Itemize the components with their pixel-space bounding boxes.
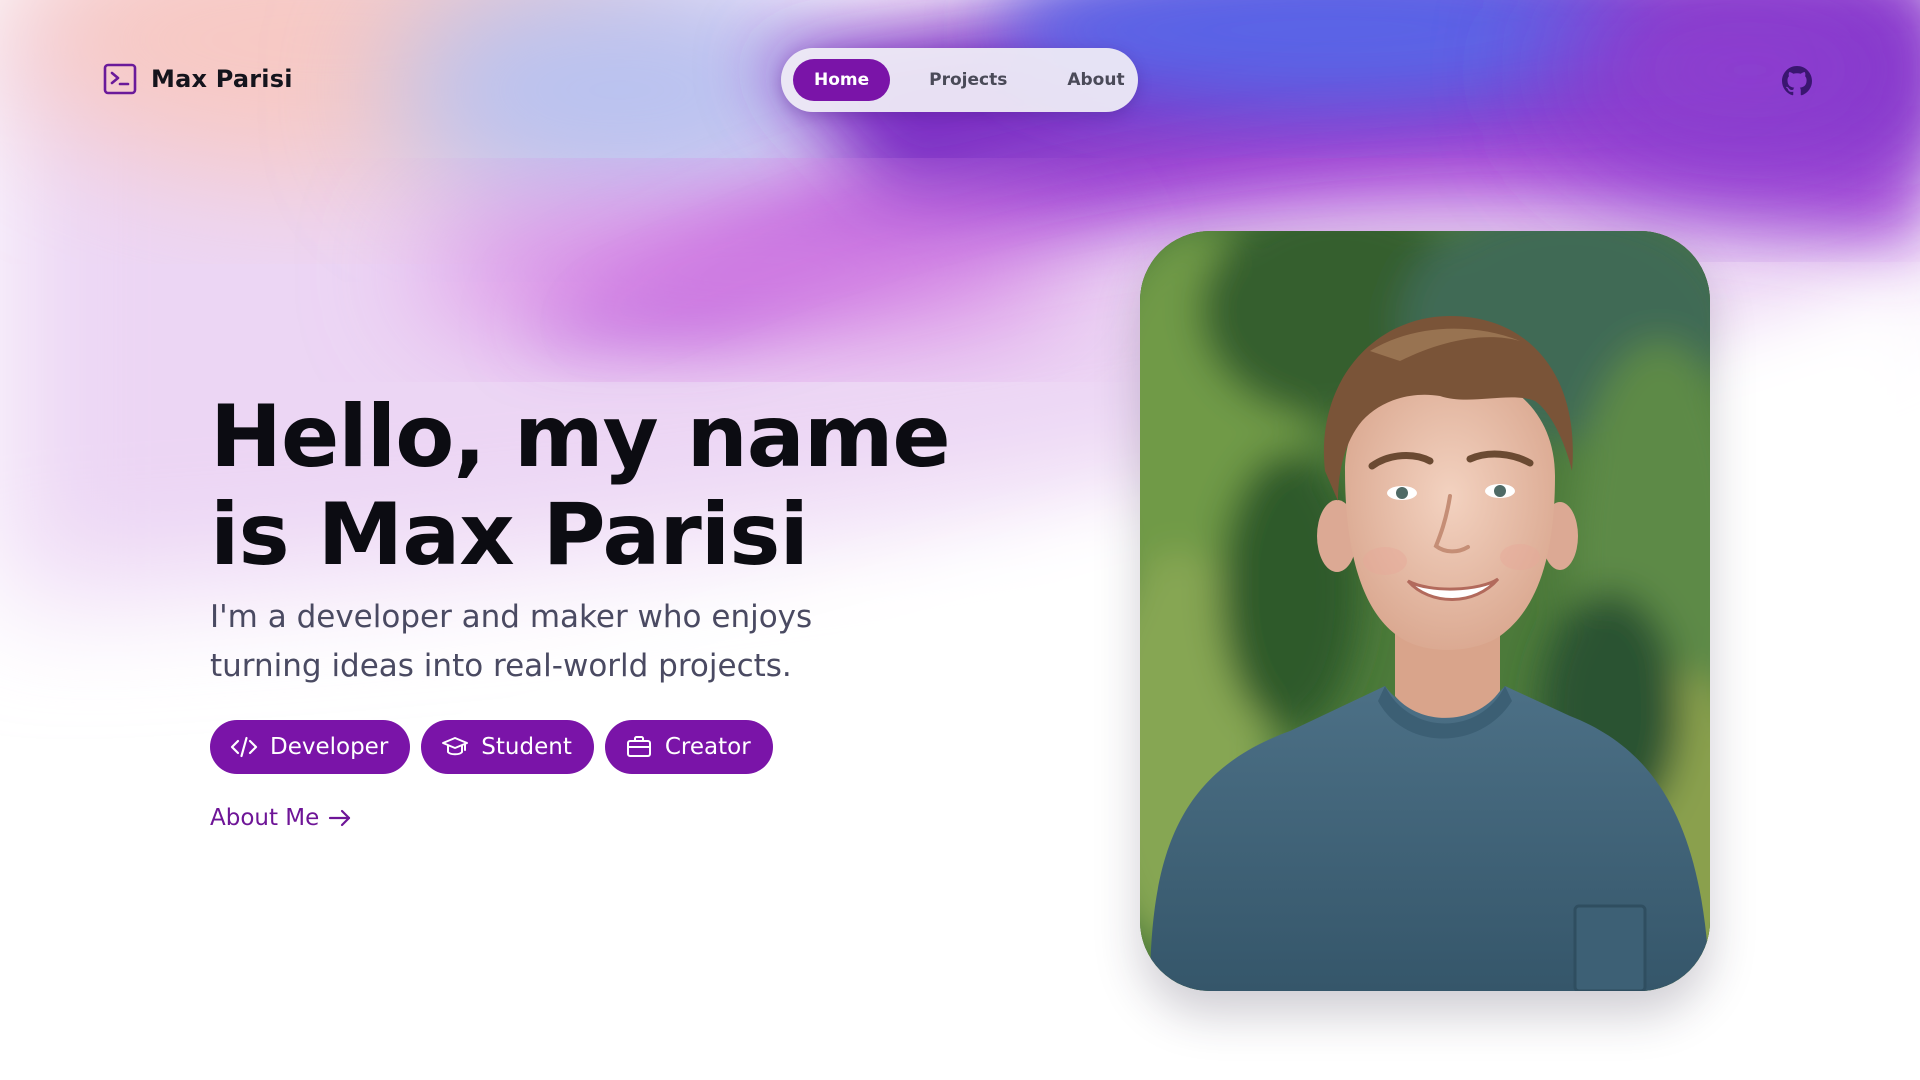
student-chip-label: Student [481, 734, 572, 760]
nav-item-home[interactable]: Home [793, 59, 891, 101]
nav-item-about[interactable]: About [1046, 59, 1145, 101]
code-icon [230, 736, 258, 758]
developer-chip[interactable]: Developer [210, 720, 411, 774]
main-nav: Home Projects About [781, 48, 1138, 112]
hero-title-line-2: is Max Parisi [210, 485, 809, 585]
creator-chip[interactable]: Creator [604, 720, 773, 774]
about-me-link[interactable]: About Me [210, 805, 353, 831]
terminal-icon [103, 63, 137, 95]
developer-chip-label: Developer [270, 734, 389, 760]
hero-title-line-1: Hello, my name [210, 387, 951, 487]
arrow-right-icon [329, 809, 351, 827]
role-chips: Developer Student Creator [210, 720, 773, 774]
student-chip[interactable]: Student [421, 720, 594, 774]
hero-title: Hello, my name is Max Parisi [210, 388, 970, 584]
site-header: Max Parisi Home Projects About [0, 0, 1920, 160]
nav-item-projects[interactable]: Projects [908, 59, 1028, 101]
brand-name: Max Parisi [151, 65, 293, 93]
profile-photo [1140, 231, 1710, 991]
graduation-cap-icon [442, 737, 469, 756]
briefcase-icon [626, 736, 651, 757]
github-icon[interactable] [1782, 66, 1812, 96]
hero-subtitle: I'm a developer and maker who enjoys tur… [210, 599, 813, 684]
brand-link[interactable]: Max Parisi [103, 63, 293, 95]
about-me-label: About Me [210, 805, 320, 831]
portrait-illustration [1140, 231, 1710, 991]
creator-chip-label: Creator [664, 734, 751, 760]
